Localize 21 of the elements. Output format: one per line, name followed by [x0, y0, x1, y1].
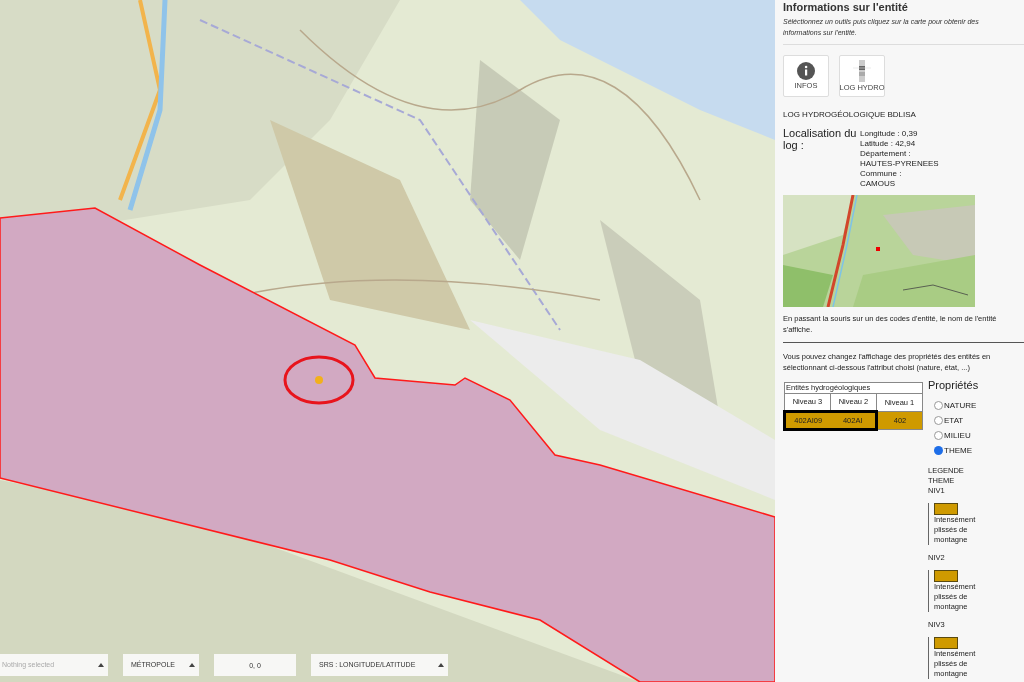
log-title: LOG HYDROGÉOLOGIQUE BDLISA	[783, 109, 917, 121]
property-radio[interactable]: NATURE	[934, 399, 990, 411]
localisation-line: Commune :	[860, 169, 903, 179]
property-radio[interactable]: THEME	[934, 444, 990, 456]
property-radio[interactable]: MILIEU	[934, 429, 990, 441]
caret-icon	[189, 663, 195, 667]
location-dot	[315, 376, 323, 384]
localisation-line: Département :	[860, 149, 912, 159]
log-column-icon	[853, 60, 871, 82]
caret-icon	[438, 663, 444, 667]
panel-title: Informations sur l'entité	[783, 1, 909, 13]
localisation-line: Latitude : 42,94	[860, 139, 917, 149]
location-circle	[283, 355, 355, 405]
info-icon	[797, 62, 815, 80]
localisation-line: HAUTES-PYRENEES	[860, 159, 939, 169]
caret-icon	[98, 663, 104, 667]
localisation-line: Longitude : 0,39	[860, 129, 919, 139]
localisation-label: Localisation du log :	[783, 127, 858, 153]
properties-title: Propriétés	[928, 378, 980, 393]
property-radio[interactable]: ETAT	[934, 414, 990, 426]
localisation-line: CAMOUS	[860, 179, 897, 189]
